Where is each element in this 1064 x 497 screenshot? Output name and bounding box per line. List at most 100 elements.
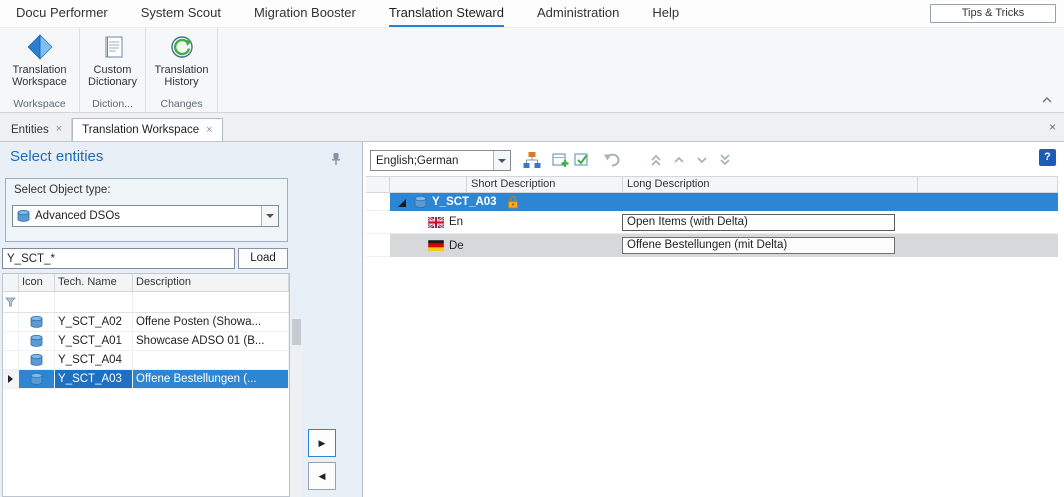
object-type-value: Advanced DSOs bbox=[35, 210, 261, 222]
menu-item-migration-booster[interactable]: Migration Booster bbox=[254, 0, 356, 27]
load-button[interactable]: Load bbox=[238, 248, 288, 269]
language-row-en[interactable]: En Open Items (with Delta) bbox=[366, 211, 1058, 234]
entity-filter-input[interactable] bbox=[2, 248, 235, 269]
header-description[interactable]: Description bbox=[133, 274, 289, 291]
tree-root-row[interactable]: Y_SCT_A03 bbox=[366, 193, 1058, 211]
entities-grid-filter-row bbox=[3, 292, 289, 313]
expand-collapse-icon[interactable] bbox=[397, 197, 407, 208]
pin-icon[interactable] bbox=[330, 152, 342, 171]
header-blank-cell bbox=[390, 177, 467, 192]
menu-item-help[interactable]: Help bbox=[652, 0, 679, 27]
ribbon-group-label-changes: Changes bbox=[146, 98, 217, 110]
double-chevron-up-icon[interactable] bbox=[646, 150, 666, 170]
ribbon-group-label-workspace: Workspace bbox=[0, 98, 79, 110]
adso-icon bbox=[19, 351, 55, 369]
row-gutter-cell bbox=[366, 193, 390, 211]
header-blank-cell bbox=[918, 177, 1058, 192]
menu-item-translation-steward[interactable]: Translation Steward bbox=[389, 0, 504, 27]
ribbon-group-changes: Translation History Changes bbox=[146, 28, 218, 112]
adso-icon bbox=[19, 370, 55, 388]
menu-item-administration[interactable]: Administration bbox=[537, 0, 619, 27]
ribbon-group-label-dictionary: Diction... bbox=[80, 98, 145, 110]
adso-icon bbox=[19, 332, 55, 350]
move-left-button[interactable]: ◀ bbox=[308, 462, 336, 490]
tree-root-name: Y_SCT_A03 bbox=[432, 196, 497, 208]
ribbon-button-label: Translation Workspace bbox=[2, 64, 77, 88]
scrollbar-thumb[interactable] bbox=[292, 319, 301, 345]
add-translation-icon[interactable] bbox=[550, 150, 570, 170]
object-type-dropdown[interactable]: Advanced DSOs bbox=[12, 205, 279, 227]
table-row[interactable]: Y_SCT_A02 Offene Posten (Showa... bbox=[3, 313, 289, 332]
translation-workspace-icon bbox=[2, 31, 77, 63]
language-selector-dropdown[interactable]: English;German bbox=[370, 150, 511, 171]
menu-item-docu-performer[interactable]: Docu Performer bbox=[16, 0, 108, 27]
chevron-down-icon bbox=[498, 159, 506, 163]
current-row-arrow-icon bbox=[8, 375, 13, 383]
chevron-up-icon[interactable] bbox=[669, 150, 689, 170]
tab-close-icon[interactable]: × bbox=[56, 124, 62, 135]
tab-close-icon[interactable]: × bbox=[206, 125, 212, 136]
document-tab-bar: Entities × Translation Workspace × × bbox=[0, 113, 1064, 142]
dropdown-caret[interactable] bbox=[261, 206, 278, 226]
double-chevron-down-icon[interactable] bbox=[715, 150, 735, 170]
ribbon-button-label: Custom Dictionary bbox=[82, 64, 143, 88]
table-row[interactable]: Y_SCT_A01 Showcase ADSO 01 (B... bbox=[3, 332, 289, 351]
language-code: En bbox=[449, 216, 463, 228]
tree-root-selected-bar[interactable]: Y_SCT_A03 bbox=[390, 193, 1058, 211]
undo-icon[interactable] bbox=[602, 150, 622, 170]
header-tech-name[interactable]: Tech. Name bbox=[55, 274, 133, 291]
ribbon-group-workspace: Translation Workspace Workspace bbox=[0, 28, 80, 112]
description-cell bbox=[133, 351, 289, 369]
ribbon-collapse-button[interactable] bbox=[1040, 94, 1054, 106]
adso-icon bbox=[19, 313, 55, 331]
tab-entities[interactable]: Entities × bbox=[2, 118, 72, 141]
row-indicator-cell bbox=[3, 351, 19, 369]
header-long-description[interactable]: Long Description bbox=[623, 177, 918, 192]
entities-grid-header: Icon Tech. Name Description bbox=[3, 274, 289, 292]
move-right-button[interactable]: ▶ bbox=[308, 429, 336, 457]
row-indicator-cell bbox=[3, 370, 19, 388]
row-indicator-cell bbox=[3, 313, 19, 331]
tech-name-cell: Y_SCT_A01 bbox=[55, 332, 133, 350]
filter-cell-description[interactable] bbox=[133, 292, 289, 312]
custom-dictionary-icon bbox=[82, 31, 143, 63]
chevron-up-icon bbox=[1042, 97, 1052, 103]
filter-cell-icon[interactable] bbox=[19, 292, 55, 312]
tips-and-tricks-button[interactable]: Tips & Tricks bbox=[930, 4, 1056, 23]
header-short-description[interactable]: Short Description bbox=[467, 177, 623, 192]
menu-bar: Docu Performer System Scout Migration Bo… bbox=[0, 0, 1064, 28]
translation-history-button[interactable]: Translation History bbox=[148, 31, 215, 95]
help-button[interactable]: ? bbox=[1039, 149, 1056, 166]
table-row[interactable]: Y_SCT_A04 bbox=[3, 351, 289, 370]
description-cell: Offene Bestellungen (... bbox=[133, 370, 289, 388]
menu-item-system-scout[interactable]: System Scout bbox=[141, 0, 221, 27]
entities-grid-scrollbar[interactable] bbox=[291, 318, 302, 497]
tech-name-cell: Y_SCT_A04 bbox=[55, 351, 133, 369]
translation-panel: English;German bbox=[364, 142, 1064, 497]
filter-cell-tech-name[interactable] bbox=[55, 292, 133, 312]
header-icon[interactable]: Icon bbox=[19, 274, 55, 291]
select-entities-panel: Select entities Select Object type: Adva… bbox=[0, 142, 363, 497]
translation-text-editor[interactable]: Offene Bestellungen (mit Delta) bbox=[622, 237, 895, 254]
hierarchy-icon[interactable] bbox=[522, 150, 542, 170]
custom-dictionary-button[interactable]: Custom Dictionary bbox=[82, 31, 143, 95]
ribbon: Translation Workspace Workspace Custom D… bbox=[0, 28, 1064, 113]
translation-text-editor[interactable]: Open Items (with Delta) bbox=[622, 214, 895, 231]
dropdown-caret[interactable] bbox=[493, 151, 510, 170]
chevron-down-icon[interactable] bbox=[692, 150, 712, 170]
adso-icon bbox=[17, 210, 30, 222]
translation-grid-header: Short Description Long Description bbox=[366, 176, 1058, 193]
tabbar-close-icon[interactable]: × bbox=[1049, 120, 1056, 134]
language-row-de[interactable]: De Offene Bestellungen (mit Delta) bbox=[366, 234, 1058, 257]
tab-translation-workspace[interactable]: Translation Workspace × bbox=[72, 118, 222, 141]
table-row-selected[interactable]: Y_SCT_A03 Offene Bestellungen (... bbox=[3, 370, 289, 389]
de-flag-icon bbox=[428, 240, 444, 251]
ribbon-button-label: Translation History bbox=[148, 64, 215, 88]
translation-history-icon bbox=[148, 31, 215, 63]
row-gutter-cell bbox=[366, 234, 390, 257]
row-gutter-cell bbox=[366, 211, 390, 234]
apply-check-icon[interactable] bbox=[572, 150, 592, 170]
adso-icon bbox=[414, 196, 427, 208]
header-blank-cell bbox=[366, 177, 390, 192]
translation-workspace-button[interactable]: Translation Workspace bbox=[2, 31, 77, 95]
